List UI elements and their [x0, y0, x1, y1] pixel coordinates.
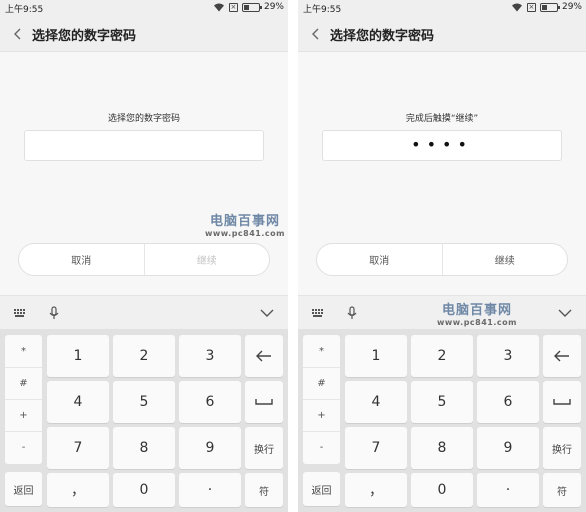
grid-icon[interactable]	[12, 305, 28, 321]
backspace-key[interactable]	[543, 335, 581, 377]
battery-level: 29%	[561, 2, 582, 12]
key-4[interactable]: 4	[47, 381, 109, 423]
key-comma[interactable]: ，	[47, 473, 109, 507]
key-asterisk[interactable]: *	[5, 335, 42, 367]
key-7[interactable]: 7	[47, 427, 109, 469]
watermark-url: www.pc841.com	[205, 229, 285, 238]
watermark-title: 电脑百事网	[441, 303, 512, 318]
key-minus[interactable]: -	[303, 431, 340, 463]
watermark-url: www.pc841.com	[437, 318, 517, 327]
key-5[interactable]: 5	[113, 381, 175, 423]
key-7[interactable]: 7	[345, 427, 407, 469]
key-8[interactable]: 8	[113, 427, 175, 469]
pin-prompt: 选择您的数字密码	[107, 114, 180, 124]
sim-icon: ×	[526, 2, 536, 12]
key-back[interactable]: 返回	[5, 472, 42, 506]
watermark-title: 电脑百事网	[209, 214, 280, 229]
numeric-keyboard: * # + - 返回 1 2 3 4 5 6 7 8 9 换行 ， 0 · 符	[0, 329, 288, 512]
backspace-icon	[554, 350, 569, 362]
backspace-key[interactable]	[245, 335, 283, 377]
title-bar: 选择您的数字密码	[0, 16, 288, 52]
key-dot[interactable]: ·	[477, 473, 539, 507]
key-hash[interactable]: #	[5, 367, 42, 399]
symbol-column: * # + -	[303, 335, 340, 464]
continue-button[interactable]: 继续	[441, 244, 568, 275]
key-plus[interactable]: +	[5, 399, 42, 431]
key-2[interactable]: 2	[113, 335, 175, 377]
watermark: 电脑百事网 www.pc841.com	[190, 210, 288, 238]
space-icon	[255, 399, 273, 405]
watermark: 电脑百事网 www.pc841.com	[422, 299, 532, 327]
key-4[interactable]: 4	[345, 381, 407, 423]
pin-prompt: 完成后触摸“继续”	[405, 114, 479, 124]
action-buttons: 取消 继续	[18, 243, 270, 276]
wifi-icon	[213, 3, 224, 12]
key-1[interactable]: 1	[47, 335, 109, 377]
key-9[interactable]: 9	[477, 427, 539, 469]
chevron-down-icon[interactable]	[259, 305, 275, 321]
key-3[interactable]: 3	[477, 335, 539, 377]
grid-icon[interactable]	[310, 305, 326, 321]
symbol-column: * # + -	[5, 335, 42, 464]
page-title: 选择您的数字密码	[330, 29, 435, 44]
key-6[interactable]: 6	[477, 381, 539, 423]
backspace-icon	[256, 350, 271, 362]
pin-input[interactable]	[24, 130, 264, 161]
space-key[interactable]	[245, 381, 283, 423]
keyboard-toolbar: 电脑百事网 www.pc841.com	[298, 295, 586, 329]
phone-screen-right: 上午9:55 × 29% 选择您的数字密码 完成后触摸“继续” •••• 取消 …	[298, 0, 586, 512]
key-1[interactable]: 1	[345, 335, 407, 377]
chevron-down-icon[interactable]	[557, 305, 573, 321]
status-bar: 上午9:55 × 29%	[298, 0, 586, 16]
status-time: 上午9:55	[303, 5, 342, 15]
battery-icon	[539, 2, 560, 12]
key-9[interactable]: 9	[179, 427, 241, 469]
key-comma[interactable]: ，	[345, 473, 407, 507]
page-title: 选择您的数字密码	[32, 29, 137, 44]
battery-level: 29%	[263, 2, 284, 12]
continue-button[interactable]: 继续	[143, 244, 270, 275]
battery-icon	[241, 2, 262, 12]
key-3[interactable]: 3	[179, 335, 241, 377]
content-area: 选择您的数字密码 电脑百事网 www.pc841.com 取消 继续	[0, 53, 288, 295]
content-area: 完成后触摸“继续” •••• 取消 继续	[298, 53, 586, 295]
back-arrow-icon[interactable]	[12, 26, 24, 42]
status-time: 上午9:55	[5, 5, 44, 15]
status-icons: × 29%	[213, 2, 284, 12]
key-hash[interactable]: #	[303, 367, 340, 399]
key-back[interactable]: 返回	[303, 472, 340, 506]
space-icon	[553, 399, 571, 405]
key-dot[interactable]: ·	[179, 473, 241, 507]
key-6[interactable]: 6	[179, 381, 241, 423]
microphone-icon[interactable]	[46, 305, 62, 321]
newline-key[interactable]: 换行	[543, 427, 581, 469]
key-2[interactable]: 2	[411, 335, 473, 377]
cancel-button[interactable]: 取消	[19, 244, 144, 275]
numeric-keyboard: * # + - 返回 1 2 3 4 5 6 7 8 9 换行 ， 0 · 符	[298, 329, 586, 512]
back-arrow-icon[interactable]	[310, 26, 322, 42]
action-buttons: 取消 继续	[316, 243, 568, 276]
keyboard-toolbar	[0, 295, 288, 329]
wifi-icon	[511, 3, 522, 12]
key-asterisk[interactable]: *	[303, 335, 340, 367]
title-bar: 选择您的数字密码	[298, 16, 586, 52]
key-minus[interactable]: -	[5, 431, 42, 463]
symbol-key[interactable]: 符	[245, 473, 283, 507]
phone-screen-left: 上午9:55 × 29% 选择您的数字密码 选择您的数字密码 电脑百事网 www…	[0, 0, 288, 512]
status-icons: × 29%	[511, 2, 582, 12]
key-0[interactable]: 0	[113, 473, 175, 507]
status-bar: 上午9:55 × 29%	[0, 0, 288, 16]
symbol-key[interactable]: 符	[543, 473, 581, 507]
key-plus[interactable]: +	[303, 399, 340, 431]
newline-key[interactable]: 换行	[245, 427, 283, 469]
pin-input[interactable]: ••••	[322, 130, 562, 161]
space-key[interactable]	[543, 381, 581, 423]
key-0[interactable]: 0	[411, 473, 473, 507]
cancel-button[interactable]: 取消	[317, 244, 442, 275]
sim-icon: ×	[228, 2, 238, 12]
key-8[interactable]: 8	[411, 427, 473, 469]
microphone-icon[interactable]	[344, 305, 360, 321]
key-5[interactable]: 5	[411, 381, 473, 423]
